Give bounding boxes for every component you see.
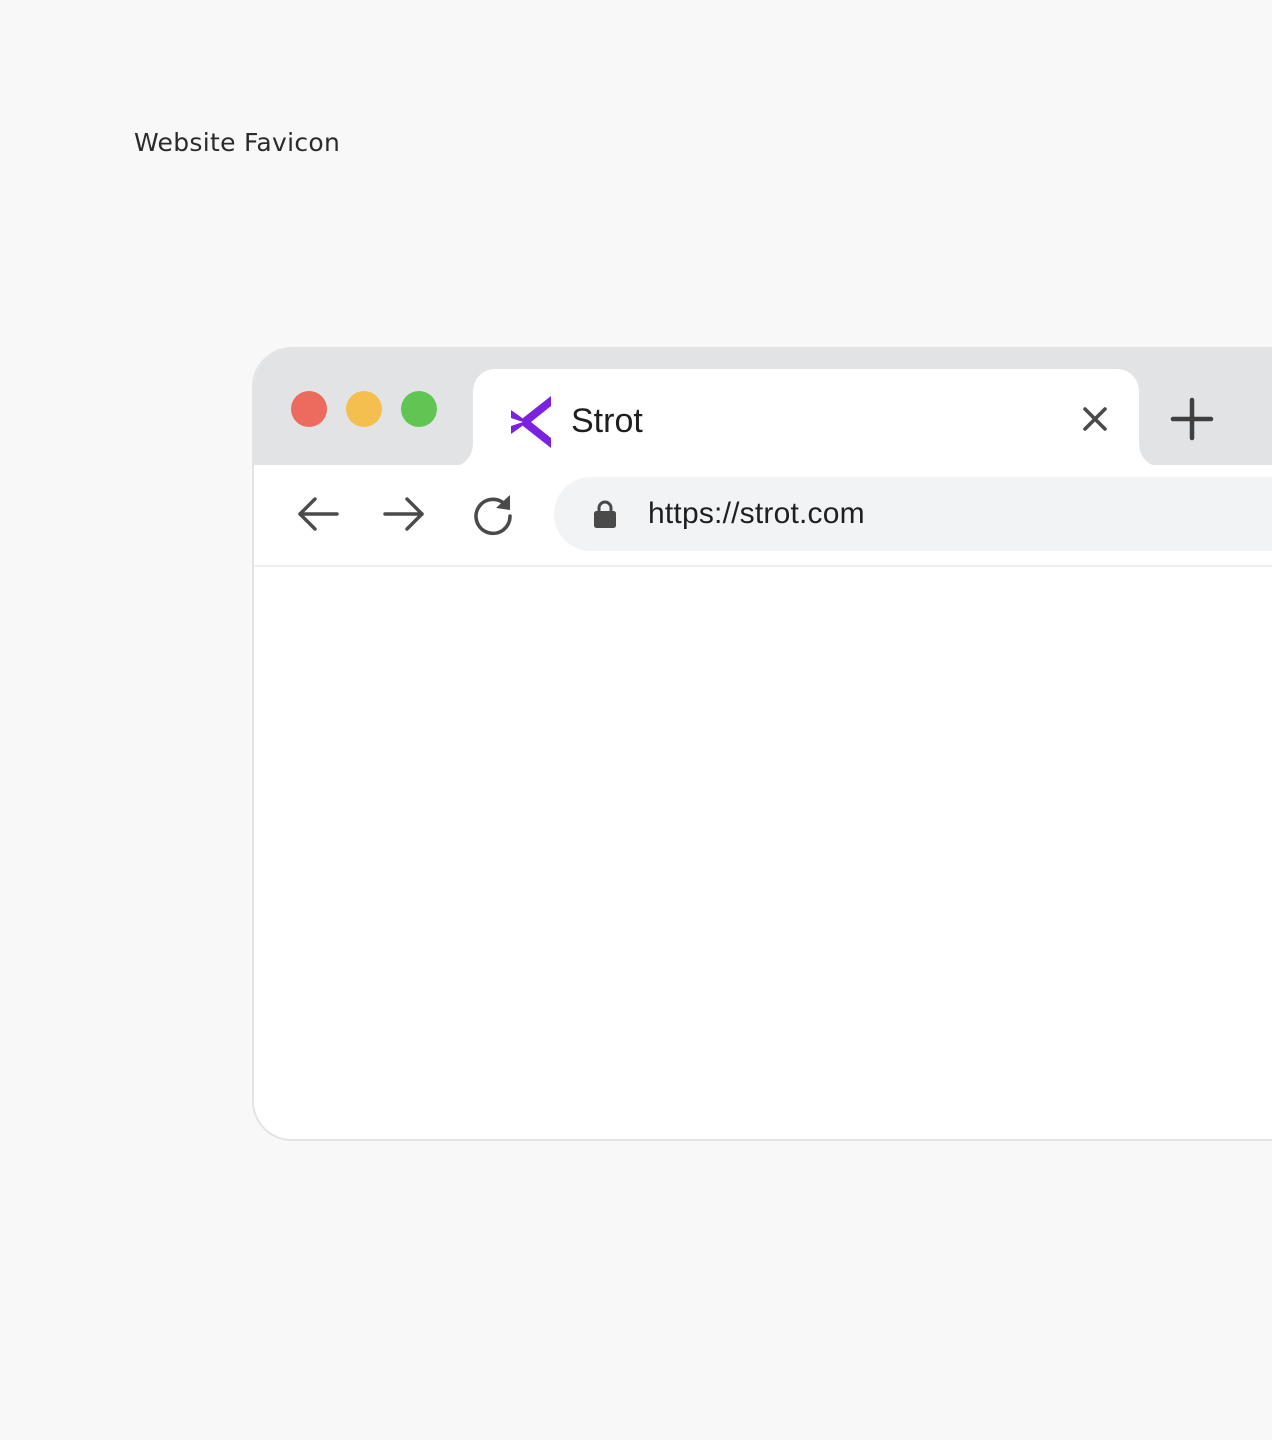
page-content-area: [254, 567, 1272, 1139]
lock-icon: [594, 500, 616, 528]
plus-icon[interactable]: [1170, 397, 1214, 441]
strot-logo-icon: [511, 396, 551, 448]
address-bar[interactable]: https://strot.com: [554, 477, 1272, 551]
url-text: https://strot.com: [648, 497, 865, 530]
browser-toolbar: https://strot.com: [254, 465, 1272, 567]
tab-strot[interactable]: Strot: [451, 369, 1161, 467]
reload-icon[interactable]: [470, 491, 516, 537]
arrow-left-icon[interactable]: [295, 491, 341, 537]
browser-window: Strot https://strot.com: [252, 347, 1272, 1141]
page-caption: Website Favicon: [134, 128, 341, 157]
close-icon[interactable]: [1081, 405, 1109, 433]
arrow-right-icon[interactable]: [381, 491, 427, 537]
tab-strip: Strot: [254, 349, 1272, 467]
window-zoom-button[interactable]: [401, 391, 437, 427]
window-minimize-button[interactable]: [346, 391, 382, 427]
window-close-button[interactable]: [291, 391, 327, 427]
tab-title: Strot: [571, 402, 643, 440]
